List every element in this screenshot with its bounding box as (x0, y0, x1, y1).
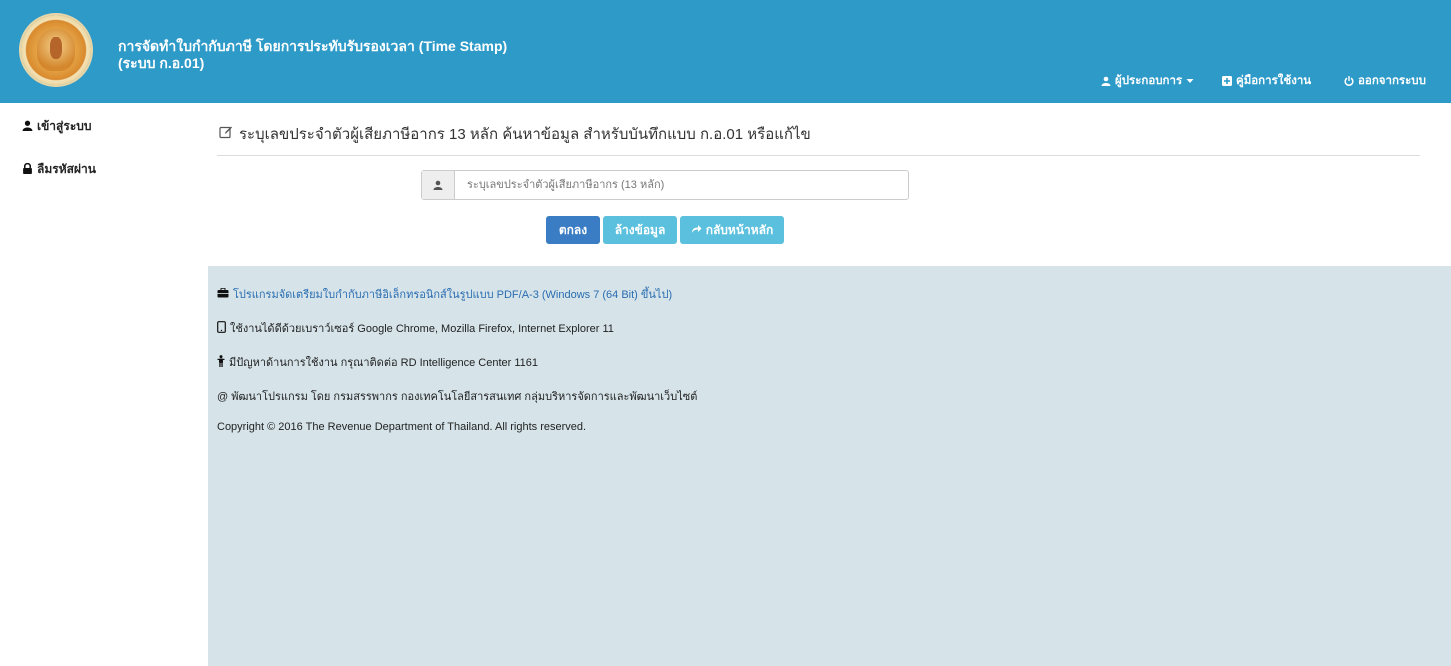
revenue-department-logo (21, 15, 91, 85)
help-note-text: มีปัญหาด้านการใช้งาน กรุณาติดต่อ RD Inte… (229, 357, 538, 369)
user-icon (422, 171, 455, 199)
sidebar-item-label: เข้าสู่ระบบ (37, 119, 92, 133)
app-header: การจัดทำใบกำกับภาษี โดยการประทับรับรองเว… (0, 0, 1451, 103)
sidebar-item-label: ลืมรหัสผ่าน (37, 162, 96, 176)
download-program-link[interactable]: โปรแกรมจัดเตรียมใบกำกับภาษีอิเล็กทรอนิกส… (217, 285, 672, 303)
caret-down-icon (1186, 78, 1194, 84)
briefcase-icon (217, 287, 229, 301)
user-icon (22, 120, 33, 134)
tax-id-input-group (421, 170, 909, 200)
plus-square-icon (1222, 76, 1232, 86)
info-section: โปรแกรมจัดเตรียมใบกำกับภาษีอิเล็กทรอนิกส… (208, 266, 1451, 666)
edit-icon (219, 125, 233, 143)
submit-button-label: ตกลง (558, 222, 588, 237)
app-subtitle: (ระบบ ก.อ.01) (118, 55, 205, 71)
divider (217, 155, 1420, 156)
operator-menu[interactable]: ผู้ประกอบการ (1101, 72, 1194, 90)
developer-note-text: @ พัฒนาโปรแกรม โดย กรมสรรพากร กองเทคโนโล… (217, 391, 698, 403)
manual-link[interactable]: คู่มือการใช้งาน (1222, 72, 1311, 90)
back-home-button-label: กลับหน้าหลัก (705, 222, 774, 237)
operator-menu-label: ผู้ประกอบการ (1115, 75, 1183, 87)
sidebar-item-login[interactable]: เข้าสู่ระบบ (22, 117, 92, 136)
search-panel: ระบุเลขประจำตัวผู้เสียภาษีอากร 13 หลัก ค… (208, 103, 1451, 266)
clear-button-label: ล้างข้อมูล (614, 222, 666, 237)
lock-icon (22, 162, 33, 177)
clear-button[interactable]: ล้างข้อมูล (603, 216, 677, 244)
power-icon (1344, 76, 1354, 86)
logout-link[interactable]: ออกจากระบบ (1344, 72, 1426, 90)
copyright-text: Copyright © 2016 The Revenue Department … (217, 421, 587, 433)
logout-link-label: ออกจากระบบ (1358, 75, 1426, 87)
main-content: ระบุเลขประจำตัวผู้เสียภาษีอากร 13 หลัก ค… (208, 103, 1451, 666)
submit-button[interactable]: ตกลง (546, 216, 600, 244)
user-icon (1101, 76, 1111, 86)
developer-note: @ พัฒนาโปรแกรม โดย กรมสรรพากร กองเทคโนโล… (217, 387, 697, 405)
copyright: Copyright © 2016 The Revenue Department … (217, 421, 586, 433)
page-title-text: ระบุเลขประจำตัวผู้เสียภาษีอากร 13 หลัก ค… (239, 126, 811, 143)
tablet-icon (217, 320, 226, 336)
download-program-link-label: โปรแกรมจัดเตรียมใบกำกับภาษีอิเล็กทรอนิกส… (233, 289, 673, 301)
manual-link-label: คู่มือการใช้งาน (1236, 75, 1312, 87)
person-icon (217, 354, 225, 370)
tax-id-input[interactable] (455, 171, 908, 199)
page-title: ระบุเลขประจำตัวผู้เสียภาษีอากร 13 หลัก ค… (219, 122, 811, 146)
sidebar-item-forgot-password[interactable]: ลืมรหัสผ่าน (22, 160, 96, 179)
share-arrow-icon (691, 223, 702, 237)
help-note: มีปัญหาด้านการใช้งาน กรุณาติดต่อ RD Inte… (217, 353, 538, 371)
browser-note-text: ใช้งานได้ดีด้วยเบราว์เซอร์ Google Chrome… (230, 323, 614, 335)
back-home-button[interactable]: กลับหน้าหลัก (680, 216, 784, 244)
browser-note: ใช้งานได้ดีด้วยเบราว์เซอร์ Google Chrome… (217, 319, 614, 337)
sidebar: เข้าสู่ระบบ ลืมรหัสผ่าน (0, 103, 208, 666)
app-title: การจัดทำใบกำกับภาษี โดยการประทับรับรองเว… (118, 38, 508, 54)
